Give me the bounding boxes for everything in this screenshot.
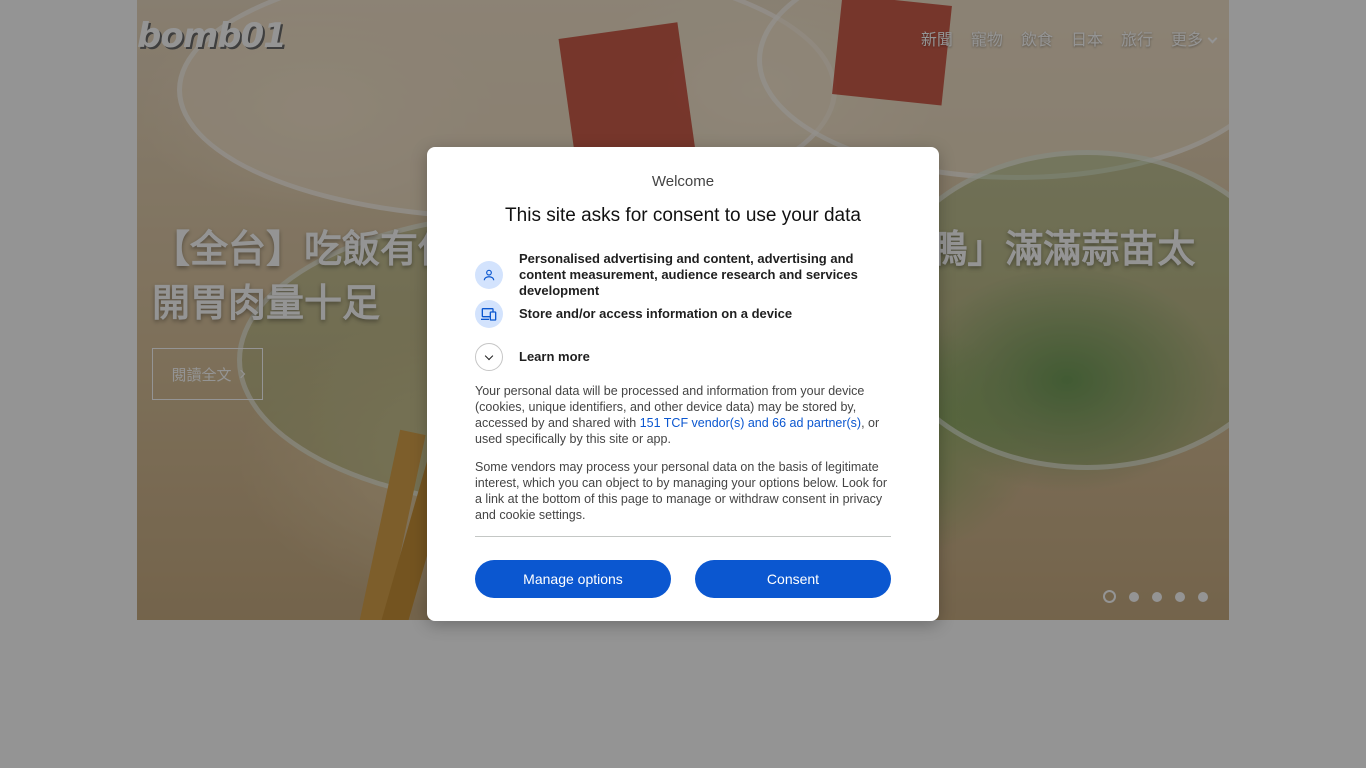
dialog-title: This site asks for consent to use your d… xyxy=(505,205,861,226)
dialog-welcome: Welcome xyxy=(651,173,715,190)
purpose-item-device-storage: Store and/or access information on a dev… xyxy=(475,300,895,328)
consent-button[interactable]: Consent xyxy=(695,560,891,598)
consent-dialog: Welcome This site asks for consent to us… xyxy=(427,147,939,621)
vendors-link[interactable]: 151 TCF vendor(s) and 66 ad partner(s) xyxy=(640,416,861,430)
purpose-text: Personalised advertising and content, ad… xyxy=(519,251,858,298)
devices-icon xyxy=(475,300,503,328)
consent-paragraph-1: Your personal data will be processed and… xyxy=(475,383,891,447)
learn-more-label[interactable]: Learn more xyxy=(519,349,590,365)
person-icon xyxy=(475,261,503,289)
purpose-item-personalised-ads: Personalised advertising and content, ad… xyxy=(475,251,895,299)
purpose-text: Store and/or access information on a dev… xyxy=(519,306,793,321)
learn-more-toggle[interactable]: Learn more xyxy=(475,343,895,371)
consent-paragraph-2: Some vendors may process your personal d… xyxy=(475,460,888,522)
chevron-down-icon[interactable] xyxy=(475,343,503,371)
manage-options-button[interactable]: Manage options xyxy=(475,560,671,598)
dialog-divider xyxy=(475,536,891,537)
